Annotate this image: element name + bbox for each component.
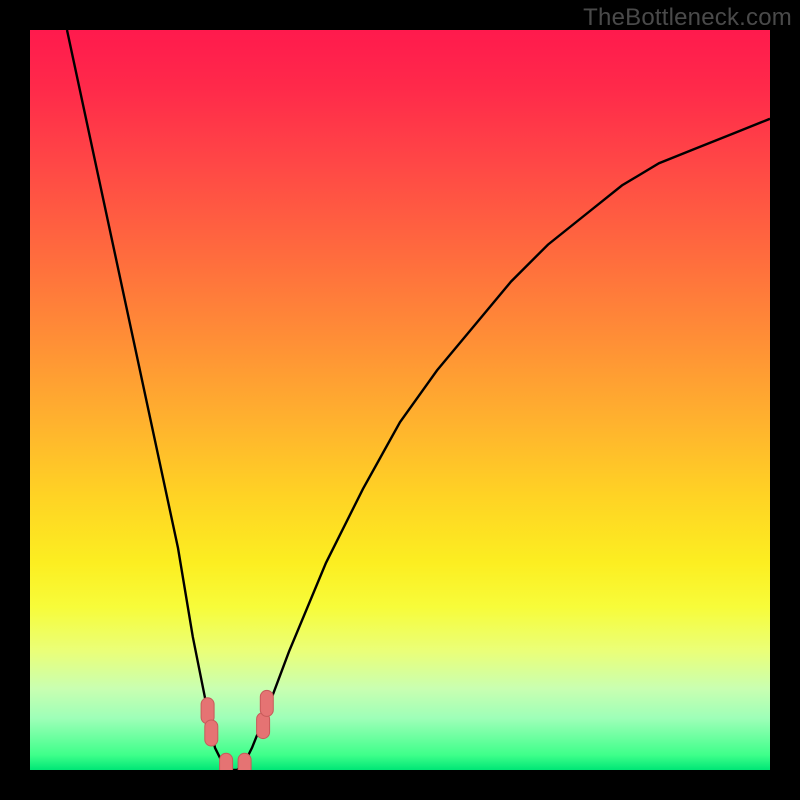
marker-right-cluster-top [260, 690, 273, 716]
marker-left-cluster-bottom [205, 720, 218, 746]
markers-group [201, 690, 273, 770]
plot-area [30, 30, 770, 770]
marker-valley-right [238, 753, 251, 770]
marker-valley-left [220, 753, 233, 770]
bottleneck-curve [67, 30, 770, 770]
watermark-text: TheBottleneck.com [583, 4, 792, 32]
curve-layer [30, 30, 770, 770]
chart-frame: TheBottleneck.com [0, 0, 800, 800]
